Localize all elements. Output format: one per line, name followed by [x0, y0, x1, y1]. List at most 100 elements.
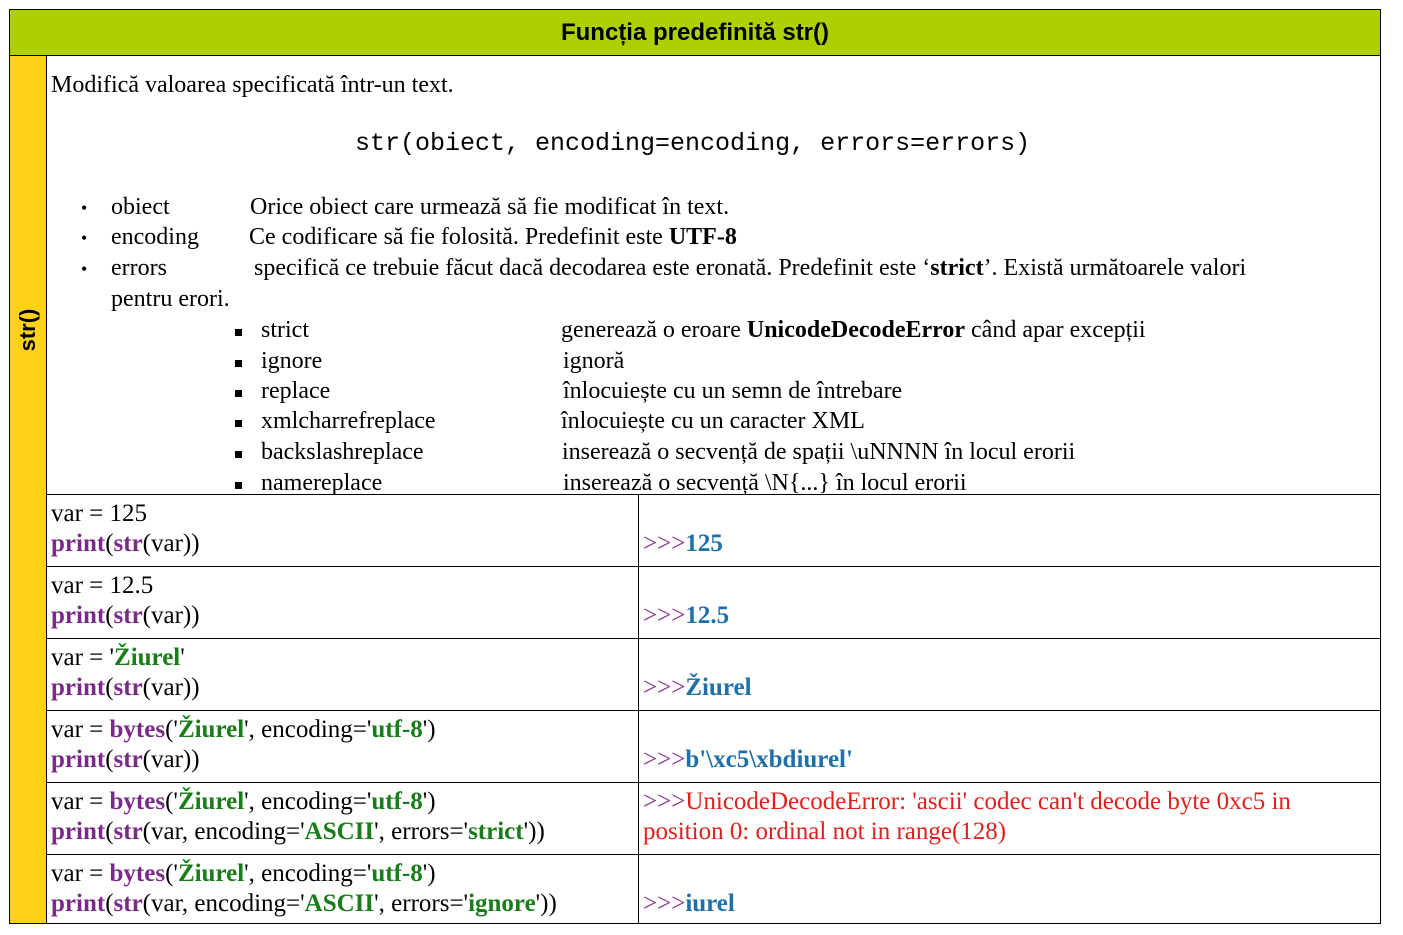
- code-cell: var = bytes('Žiurel', encoding='utf-8') p…: [47, 855, 639, 923]
- error-value-text: generează o eroare UnicodeDecodeError câ…: [561, 317, 1146, 343]
- page-title: Funcția predefinită str(): [10, 10, 1380, 56]
- code-cell-line: var = bytes('Žiurel', encoding='utf-8'): [51, 860, 436, 888]
- output-cell-line: >>>b'\xc5\xbdiurel': [643, 746, 853, 774]
- code-token: var =: [51, 788, 110, 815]
- square-bullet-icon: [235, 390, 242, 397]
- output-cell: >>>iurel: [639, 855, 1380, 923]
- examples-table: var = 125 print(str(var)) >>>125 var = 12.5…: [47, 495, 1380, 923]
- code-token: 12.5: [685, 602, 730, 629]
- error-value-name: xmlcharrefreplace: [261, 408, 436, 434]
- code-token: Žiurel: [177, 716, 245, 743]
- code-token: utf-8: [371, 788, 423, 815]
- code-token: ', encoding=': [244, 860, 372, 887]
- syntax-line: str(obiect, encoding=encoding, errors=er…: [355, 129, 1031, 158]
- code-cell: var = 'Žiurel' print(str(var)): [47, 639, 639, 710]
- output-cell-line: >>>iurel: [643, 890, 735, 918]
- code-token: str: [113, 818, 143, 845]
- code-cell-line: var = 'Žiurel': [51, 644, 185, 672]
- example-row: var = 'Žiurel' print(str(var)) >>>Žiurel: [47, 639, 1380, 711]
- error-value-text: ignoră: [563, 348, 625, 374]
- example-row: var = 125 print(str(var)) >>>125: [47, 495, 1380, 567]
- code-token: '): [422, 716, 436, 743]
- code-token: '): [422, 788, 436, 815]
- code-token: ignore: [468, 890, 536, 917]
- code-token: ', errors=': [374, 818, 469, 845]
- code-token: print: [51, 890, 106, 917]
- code-cell-line: var = bytes('Žiurel', encoding='utf-8'): [51, 788, 436, 816]
- page-title-text: Funcția predefinită str(): [560, 18, 830, 46]
- square-bullet-icon: [235, 482, 242, 489]
- example-row: var = 12.5 print(str(var)) >>>12.5: [47, 567, 1380, 639]
- code-token: var = 125: [51, 500, 148, 527]
- code-token: var =: [51, 716, 110, 743]
- output-cell: >>>Žiurel: [639, 639, 1380, 710]
- side-label-text: str(): [15, 308, 40, 352]
- param-text: Ce codificare să fie folosită. Predefini…: [249, 224, 737, 250]
- square-bullet-icon: [235, 360, 242, 367]
- output-cell-line: >>>UnicodeDecodeError: 'ascii' codec can…: [643, 788, 1291, 816]
- code-cell-line: print(str(var)): [51, 746, 200, 774]
- param-name: obiect: [111, 194, 170, 220]
- code-token: Žiurel: [685, 674, 752, 701]
- error-value-text: înlocuiește cu un caracter XML: [561, 408, 865, 434]
- code-token: >>>: [643, 746, 686, 773]
- code-cell-line: print(str(var)): [51, 674, 200, 702]
- output-cell-line: >>>125: [643, 530, 723, 558]
- param-text-continued: pentru erori.: [111, 286, 230, 312]
- code-token: position 0: ordinal not in range(128): [643, 818, 1007, 845]
- code-token: >>>: [643, 788, 686, 815]
- code-token: Žiurel: [177, 860, 245, 887]
- code-cell: var = bytes('Žiurel', encoding='utf-8') p…: [47, 783, 639, 854]
- code-token: (': [165, 860, 178, 887]
- code-token: ': [180, 644, 185, 671]
- output-cell-line: >>>12.5: [643, 602, 729, 630]
- code-token: print: [51, 602, 106, 629]
- code-cell-line: print(str(var)): [51, 530, 200, 558]
- code-token: ', errors=': [374, 890, 469, 917]
- code-token: UnicodeDecodeError: 'ascii' codec can't …: [685, 788, 1291, 815]
- intro-text: Modifică valoarea specificată într-un te…: [51, 72, 454, 98]
- param-name: encoding: [111, 224, 199, 250]
- error-value-text: înlocuiește cu un semn de întrebare: [563, 378, 903, 404]
- output-cell: >>>125: [639, 495, 1380, 566]
- code-cell-line: var = bytes('Žiurel', encoding='utf-8'): [51, 716, 436, 744]
- square-bullet-icon: [235, 451, 242, 458]
- example-row: var = bytes('Žiurel', encoding='utf-8') p…: [47, 783, 1380, 855]
- code-token: (var, encoding=': [142, 890, 305, 917]
- code-token: Žiurel: [114, 644, 181, 671]
- code-token: str: [113, 890, 143, 917]
- output-cell-line: >>>Žiurel: [643, 674, 752, 702]
- error-value-text: inserează o secvență de spații \uNNNN în…: [562, 439, 1076, 465]
- error-value-name: backslashreplace: [261, 439, 424, 465]
- code-cell-line: print(str(var, encoding='ASCII', errors=…: [51, 890, 557, 918]
- error-value-text: inserează o secvență \N{...} în locul er…: [563, 470, 967, 496]
- code-token: str: [113, 530, 143, 557]
- output-cell: >>>b'\xc5\xbdiurel': [639, 711, 1380, 782]
- code-token: b'\xc5\xbdiurel': [685, 746, 853, 773]
- code-token: 125: [685, 530, 723, 557]
- code-token: (': [165, 788, 178, 815]
- side-label: str(): [10, 56, 47, 923]
- code-token: str: [113, 602, 143, 629]
- code-cell-line: print(str(var, encoding='ASCII', errors=…: [51, 818, 545, 846]
- code-token: ', encoding=': [244, 716, 372, 743]
- code-token: var = 12.5: [51, 572, 154, 599]
- square-bullet-icon: [235, 420, 242, 427]
- code-token: var = ': [51, 644, 115, 671]
- code-token: print: [51, 818, 106, 845]
- code-token: (': [165, 716, 178, 743]
- description-section: Modifică valoarea specificată într-un te…: [47, 56, 1380, 496]
- code-token: >>>: [643, 890, 686, 917]
- code-cell-line: var = 12.5: [51, 572, 153, 600]
- example-row: var = bytes('Žiurel', encoding='utf-8') p…: [47, 711, 1380, 783]
- code-cell-line: print(str(var)): [51, 602, 200, 630]
- code-token: (: [105, 890, 114, 917]
- code-token: ', encoding=': [244, 788, 372, 815]
- code-token: bytes: [109, 860, 166, 887]
- code-token: (: [105, 818, 114, 845]
- code-token: Žiurel: [177, 788, 245, 815]
- code-token: ')): [523, 818, 545, 845]
- code-token: (: [105, 674, 114, 701]
- code-token: bytes: [109, 716, 166, 743]
- code-token: utf-8: [371, 716, 423, 743]
